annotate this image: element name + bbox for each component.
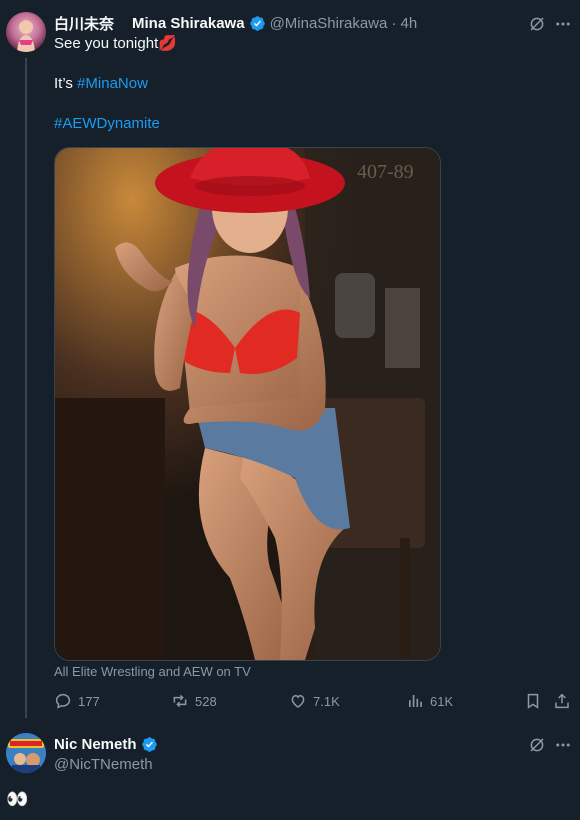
views-button[interactable]: 61K: [406, 692, 453, 710]
reply-icon: [54, 692, 72, 710]
bookmark-icon[interactable]: [524, 692, 542, 715]
media-caption: All Elite Wrestling and AEW on TV: [54, 664, 251, 679]
like-count: 7.1K: [313, 693, 340, 709]
media-photo: 407-89: [55, 148, 440, 660]
views-count: 61K: [430, 693, 454, 709]
hashtag-minanow[interactable]: #MinaNow: [77, 75, 148, 92]
more-icon[interactable]: [554, 15, 572, 33]
image-sign-text: 407-89: [357, 161, 414, 183]
tweet-text: See you tonight: [54, 35, 159, 52]
views-icon: [406, 692, 424, 710]
reply-avatar[interactable]: [6, 733, 46, 773]
grok-icon[interactable]: [528, 736, 546, 754]
grok-icon[interactable]: [528, 15, 546, 33]
hashtag-aewdynamite[interactable]: #AEWDynamite: [54, 114, 160, 134]
tweet-text-prefix: It’s: [54, 75, 78, 92]
share-icon[interactable]: [553, 692, 571, 715]
more-icon[interactable]: [554, 736, 572, 754]
tweet-header: 白川未奈 Mina Shirakawa @MinaShirakawa · 4h: [54, 13, 417, 34]
verified-badge-icon: [141, 736, 158, 753]
reply-button[interactable]: 177: [54, 692, 100, 710]
author-name-jp[interactable]: 白川未奈: [54, 13, 114, 34]
thread-line: [25, 58, 27, 718]
like-button[interactable]: 7.1K: [289, 692, 340, 710]
like-icon: [289, 692, 307, 710]
author-avatar[interactable]: [6, 12, 46, 52]
reply-count: 177: [78, 693, 100, 709]
repost-button[interactable]: 528: [171, 692, 217, 710]
author-handle[interactable]: @MinaShirakawa: [270, 15, 388, 32]
reply-author-handle[interactable]: @NicTNemeth: [54, 756, 153, 773]
kiss-emoji: 💋: [158, 35, 177, 52]
tweet-text-line2: It’s #MinaNow: [54, 74, 148, 94]
tweet-media[interactable]: 407-89: [54, 147, 441, 661]
repost-count: 528: [195, 693, 217, 709]
repost-icon: [171, 692, 189, 710]
reply-author-name[interactable]: Nic Nemeth: [54, 736, 137, 753]
tweet-time[interactable]: · 4h: [391, 15, 417, 32]
author-name[interactable]: Mina Shirakawa: [132, 15, 245, 32]
tweet-text-line1: See you tonight💋: [54, 34, 177, 54]
verified-badge-icon: [249, 15, 266, 32]
reply-text: 👀: [6, 789, 29, 809]
reply-header: Nic Nemeth: [54, 736, 158, 753]
